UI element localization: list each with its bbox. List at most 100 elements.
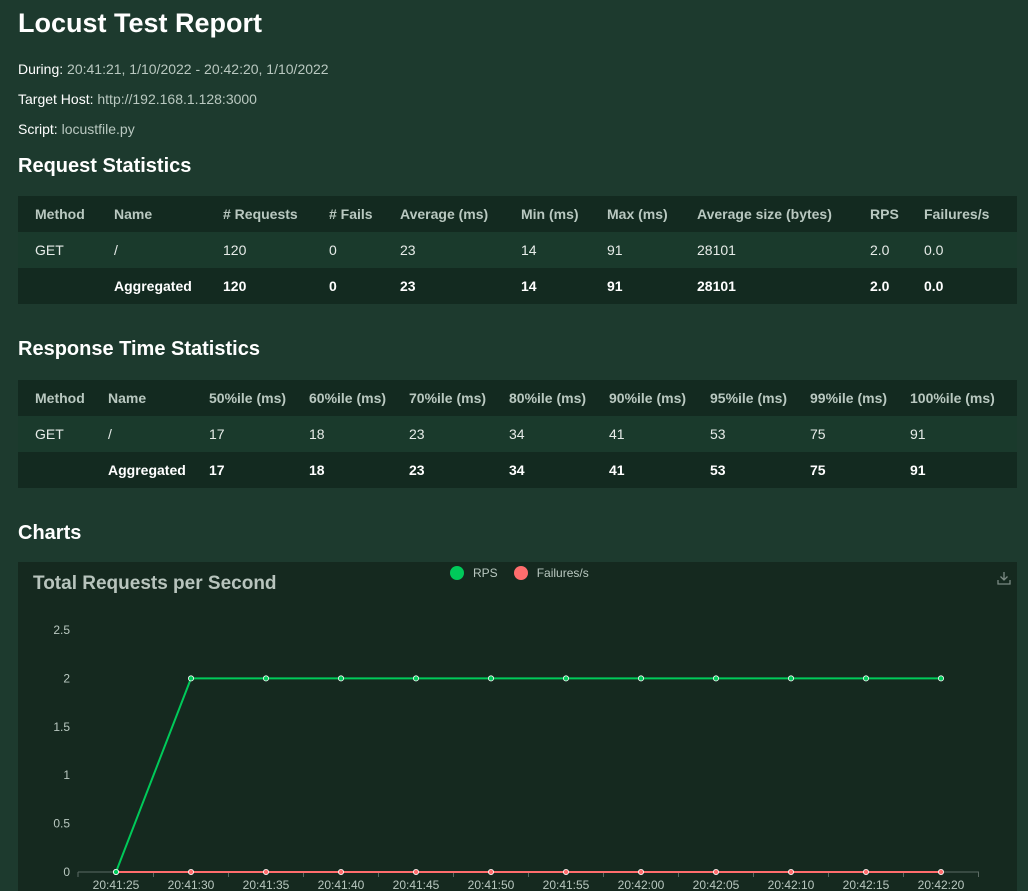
table-cell: 91 bbox=[607, 278, 623, 294]
target-host-line: Target Host: http://192.168.1.128:3000 bbox=[18, 91, 257, 107]
x-tick-label: 20:42:05 bbox=[693, 878, 740, 891]
charts-heading: Charts bbox=[18, 522, 82, 544]
column-header: # Requests bbox=[223, 206, 298, 222]
column-header: Method bbox=[35, 206, 85, 222]
table-cell: 18 bbox=[309, 416, 409, 452]
x-tick-label: 20:42:15 bbox=[843, 878, 890, 891]
column-header: Average (ms) bbox=[400, 206, 489, 222]
x-tick-label: 20:41:40 bbox=[318, 878, 365, 891]
y-tick-label: 0.5 bbox=[53, 817, 70, 831]
table-cell: 75 bbox=[810, 462, 826, 478]
column-header: 95%ile (ms) bbox=[710, 390, 788, 406]
column-header: RPS bbox=[870, 206, 899, 222]
rps-data-point bbox=[788, 675, 795, 682]
table-cell: 34 bbox=[509, 416, 609, 452]
table-cell: 0.0 bbox=[924, 232, 1017, 268]
failures-data-point bbox=[788, 868, 795, 875]
column-header: 99%ile (ms) bbox=[810, 390, 888, 406]
table-cell: 75 bbox=[810, 416, 910, 452]
y-tick-label: 1 bbox=[63, 768, 70, 782]
aggregated-row: Aggregated 17 18 23 34 41 53 75 91 bbox=[18, 452, 1017, 488]
table-cell: 0.0 bbox=[924, 278, 944, 294]
rps-data-point bbox=[563, 675, 570, 682]
column-header: Max (ms) bbox=[607, 206, 668, 222]
x-tick-label: 20:41:35 bbox=[243, 878, 290, 891]
column-header: Method bbox=[35, 390, 85, 406]
aggregated-row: Aggregated 120 0 23 14 91 28101 2.0 0.0 bbox=[18, 268, 1017, 304]
table-cell: 14 bbox=[521, 278, 537, 294]
column-header: Average size (bytes) bbox=[697, 206, 832, 222]
rps-data-point bbox=[638, 675, 645, 682]
script-line: Script: locustfile.py bbox=[18, 121, 135, 137]
table-cell: 91 bbox=[910, 416, 1017, 452]
table-cell: 0 bbox=[329, 232, 400, 268]
rps-data-point bbox=[337, 675, 344, 682]
table-cell: 2.0 bbox=[870, 232, 924, 268]
rps-data-point bbox=[412, 675, 419, 682]
table-cell: 18 bbox=[309, 462, 325, 478]
table-row: GET / 120 0 23 14 91 28101 2.0 0.0 bbox=[18, 232, 1017, 268]
table-cell: 41 bbox=[609, 462, 625, 478]
table-header-row: Method Name # Requests # Fails Average (… bbox=[18, 196, 1017, 232]
failures-data-point bbox=[487, 868, 494, 875]
table-cell: 23 bbox=[400, 232, 521, 268]
y-tick-label: 2 bbox=[63, 671, 70, 685]
chart-plot: 0 0.5 1 1.5 2 2.5 20:41:25 20:41:30 20:41:35 20:4… bbox=[53, 623, 979, 891]
x-tick-label: 20:42:10 bbox=[768, 878, 815, 891]
table-cell: 23 bbox=[400, 278, 416, 294]
table-cell: 23 bbox=[409, 462, 425, 478]
table-cell: / bbox=[114, 232, 223, 268]
table-cell: 41 bbox=[609, 416, 710, 452]
table-cell: GET bbox=[18, 232, 114, 268]
failures-data-point bbox=[412, 868, 419, 875]
x-tick-label: 20:41:50 bbox=[468, 878, 515, 891]
response-time-statistics-table: Method Name 50%ile (ms) 60%ile (ms) 70%i… bbox=[18, 380, 1017, 488]
rps-data-point bbox=[187, 675, 194, 682]
table-cell bbox=[18, 268, 114, 304]
x-tick-label: 20:41:30 bbox=[168, 878, 215, 891]
table-cell: 120 bbox=[223, 232, 329, 268]
column-header: Name bbox=[108, 390, 147, 406]
column-header: Failures/s bbox=[924, 206, 990, 222]
column-header: Name bbox=[114, 206, 153, 222]
table-cell: 53 bbox=[710, 462, 726, 478]
y-tick-label: 1.5 bbox=[53, 720, 70, 734]
x-tick-label: 20:42:20 bbox=[918, 878, 965, 891]
target-host-label: Target Host: bbox=[18, 91, 94, 107]
column-header: 90%ile (ms) bbox=[609, 390, 687, 406]
table-cell: 0 bbox=[329, 278, 337, 294]
rps-data-point bbox=[113, 868, 120, 875]
table-cell: 34 bbox=[509, 462, 525, 478]
failures-data-point bbox=[262, 868, 269, 875]
failures-data-point bbox=[713, 868, 720, 875]
rps-data-point bbox=[487, 675, 494, 682]
rps-data-point bbox=[863, 675, 870, 682]
target-host-value: http://192.168.1.128:3000 bbox=[97, 91, 257, 107]
rps-series-line bbox=[115, 677, 941, 873]
rps-data-point bbox=[713, 675, 720, 682]
column-header: 50%ile (ms) bbox=[209, 390, 287, 406]
script-label: Script: bbox=[18, 121, 58, 137]
y-tick-label: 2.5 bbox=[53, 623, 70, 637]
x-tick-label: 20:41:55 bbox=[543, 878, 590, 891]
table-cell: 53 bbox=[710, 416, 810, 452]
column-header: # Fails bbox=[329, 206, 373, 222]
script-value: locustfile.py bbox=[61, 121, 135, 137]
column-header: 80%ile (ms) bbox=[509, 390, 587, 406]
table-cell: / bbox=[108, 416, 209, 452]
column-header: 100%ile (ms) bbox=[910, 390, 995, 406]
x-tick-label: 20:41:25 bbox=[93, 878, 140, 891]
table-cell: GET bbox=[18, 416, 108, 452]
during-label: During: bbox=[18, 61, 64, 77]
failures-data-point bbox=[863, 868, 870, 875]
page-title: Locust Test Report bbox=[18, 8, 263, 38]
failures-data-point bbox=[638, 868, 645, 875]
table-cell: Aggregated bbox=[108, 462, 186, 478]
x-tick-label: 20:41:45 bbox=[393, 878, 440, 891]
response-time-statistics-heading: Response Time Statistics bbox=[18, 338, 260, 360]
table-header-row: Method Name 50%ile (ms) 60%ile (ms) 70%i… bbox=[18, 380, 1017, 416]
table-cell: 120 bbox=[223, 278, 247, 294]
rps-data-point bbox=[262, 675, 269, 682]
column-header: 60%ile (ms) bbox=[309, 390, 387, 406]
failures-data-point bbox=[187, 868, 194, 875]
